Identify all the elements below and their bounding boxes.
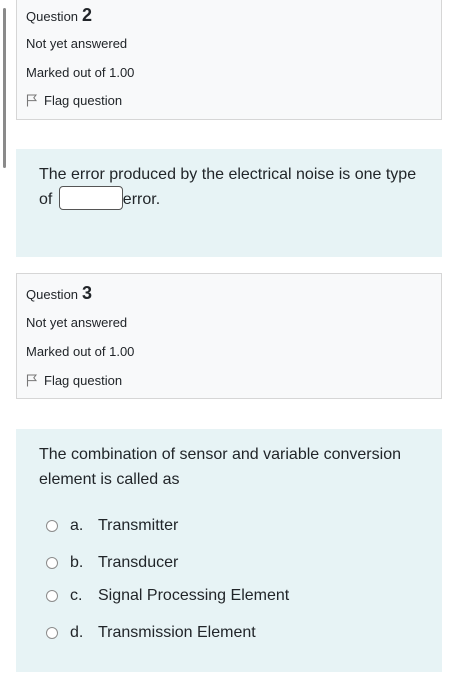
question-3-number: Question 3 <box>26 283 92 304</box>
question-number: 3 <box>82 283 93 303</box>
question-text-after: error. <box>122 191 161 208</box>
option-letter: b. <box>70 554 84 571</box>
option-label: Transmission Element <box>98 624 256 641</box>
radio-button[interactable] <box>46 590 58 602</box>
option-c[interactable]: c. Signal Processing Element <box>46 587 289 605</box>
flag-label: Flag question <box>44 373 123 388</box>
question-2-info: Question 2 Not yet answered Marked out of… <box>16 0 442 120</box>
scroll-indicator[interactable] <box>3 8 6 168</box>
option-letter: c. <box>70 587 83 604</box>
quiz-page: Question 2 Not yet answered Marked out of… <box>0 0 460 700</box>
option-d[interactable]: d. Transmission Element <box>46 624 256 642</box>
question-2-content: The error produced by the electrical noi… <box>16 149 442 257</box>
answer-input[interactable] <box>58 185 123 210</box>
radio-button[interactable] <box>46 627 58 639</box>
question-3-flag-button[interactable]: Flag question <box>26 373 122 388</box>
flag-icon <box>26 374 38 387</box>
flag-label: Flag question <box>44 93 123 108</box>
question-3-grade: Marked out of 1.00 <box>26 344 135 359</box>
question-3-text: The combination of sensor and variable c… <box>39 446 401 488</box>
question-number: 2 <box>82 5 93 25</box>
question-2-flag-button[interactable]: Flag question <box>26 93 122 108</box>
question-label: Question <box>26 9 79 24</box>
radio-button[interactable] <box>46 557 58 569</box>
flag-icon <box>26 94 38 107</box>
question-2-text: The error produced by the electrical noi… <box>39 162 426 212</box>
question-2-number: Question 2 <box>26 5 92 26</box>
option-a[interactable]: a. Transmitter <box>46 517 178 535</box>
option-letter: d. <box>70 624 84 641</box>
option-label: Transmitter <box>98 517 179 534</box>
option-letter: a. <box>70 517 84 534</box>
question-2-grade: Marked out of 1.00 <box>26 65 135 80</box>
question-3-state: Not yet answered <box>26 315 128 330</box>
question-2-state: Not yet answered <box>26 36 128 51</box>
option-b[interactable]: b. Transducer <box>46 554 178 572</box>
option-label: Signal Processing Element <box>98 587 290 604</box>
radio-button[interactable] <box>46 520 58 532</box>
question-label: Question <box>26 287 79 302</box>
option-label: Transducer <box>98 554 179 571</box>
question-3-content: The combination of sensor and variable c… <box>16 429 442 672</box>
question-3-info: Question 3 Not yet answered Marked out of… <box>16 273 442 399</box>
